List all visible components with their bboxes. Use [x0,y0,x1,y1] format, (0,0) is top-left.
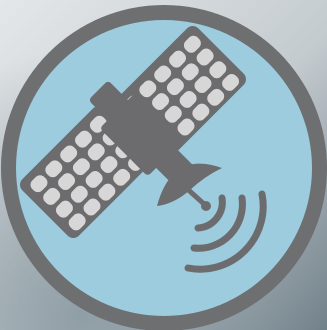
satellite-emblem [0,0,327,330]
satellite-emblem-graphic [0,0,327,330]
dish-feed [201,201,211,211]
